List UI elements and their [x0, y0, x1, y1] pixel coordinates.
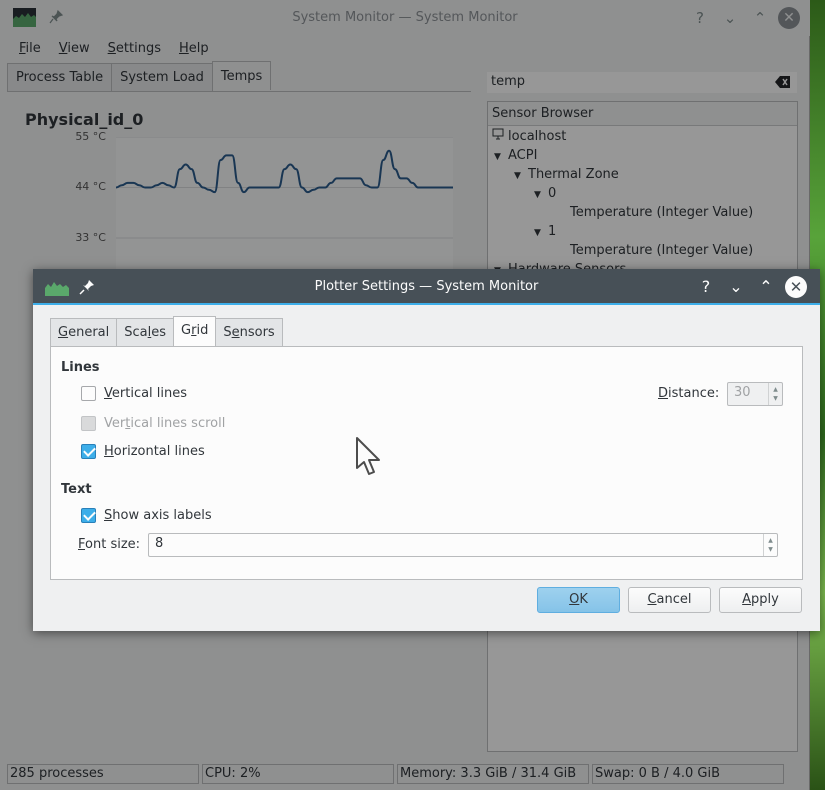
close-icon[interactable]: ✕ — [785, 276, 807, 298]
lines-group-label: Lines — [61, 360, 100, 375]
vertical-lines-scroll-label: Vertical lines scroll — [104, 416, 226, 431]
font-size-label: Font size: — [78, 537, 141, 552]
cancel-button[interactable]: Cancel — [628, 587, 711, 613]
vertical-lines-label: Vertical lines — [104, 386, 188, 401]
ok-button[interactable]: OK — [537, 587, 620, 613]
tab-grid[interactable]: Grid — [173, 316, 217, 346]
tab-scales[interactable]: Scales — [116, 318, 175, 346]
dialog-titlebar: Plotter Settings — System Monitor ? ⌄ ⌃ … — [33, 269, 820, 305]
vertical-lines-checkbox[interactable] — [81, 386, 96, 401]
horizontal-lines-checkbox[interactable] — [81, 444, 96, 459]
help-icon[interactable]: ? — [696, 277, 716, 297]
horizontal-lines-label: Horizontal lines — [104, 444, 205, 459]
show-axis-labels-option[interactable]: Show axis labels — [81, 508, 212, 523]
tab-sensors[interactable]: Sensors — [215, 318, 283, 346]
vertical-lines-option[interactable]: Vertical lines — [81, 386, 187, 401]
maximize-icon[interactable]: ⌃ — [756, 277, 776, 297]
apply-button[interactable]: Apply — [719, 587, 802, 613]
minimize-icon[interactable]: ⌄ — [726, 277, 746, 297]
settings-tabs: General Scales Grid Sensors — [50, 316, 283, 346]
distance-label: Distance: — [658, 386, 720, 401]
spin-arrows-icon: ▲ ▼ — [768, 383, 782, 405]
font-size-spinbox[interactable]: 8 ▲ ▼ — [148, 533, 778, 557]
vertical-lines-scroll-checkbox — [81, 416, 96, 431]
plotter-settings-dialog: Plotter Settings — System Monitor ? ⌄ ⌃ … — [33, 269, 820, 631]
show-axis-labels-checkbox[interactable] — [81, 508, 96, 523]
vertical-lines-scroll-option: Vertical lines scroll — [81, 416, 225, 431]
tab-general[interactable]: General — [50, 318, 118, 346]
text-group-label: Text — [61, 482, 92, 497]
mouse-cursor-icon — [355, 436, 385, 486]
distance-spinbox: 30 ▲ ▼ — [727, 382, 783, 406]
horizontal-lines-option[interactable]: Horizontal lines — [81, 444, 205, 459]
grid-settings-panel: Lines Vertical lines Vertical lines scro… — [50, 346, 803, 580]
show-axis-labels-label: Show axis labels — [104, 508, 212, 523]
spin-arrows-icon[interactable]: ▲ ▼ — [763, 534, 777, 556]
